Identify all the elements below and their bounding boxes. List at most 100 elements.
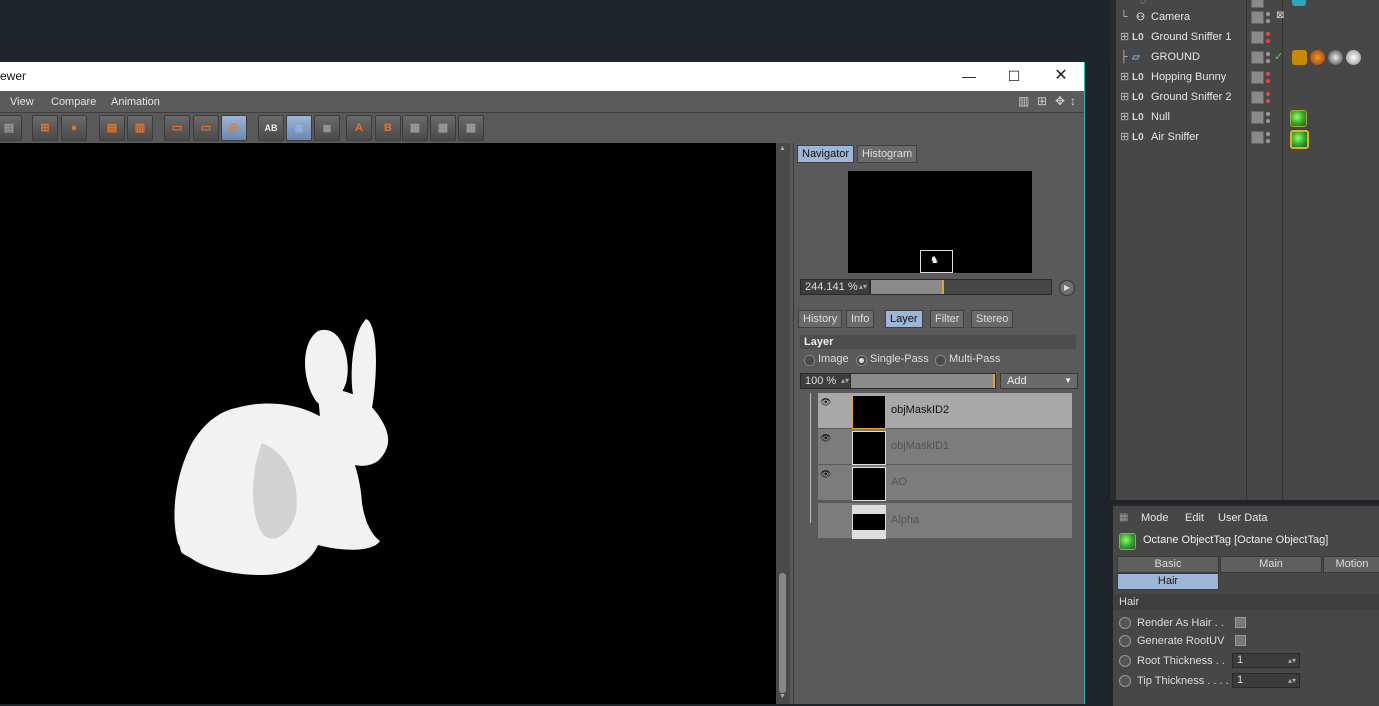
material-tag-icon[interactable] bbox=[1292, 50, 1307, 65]
tab-main[interactable]: Main bbox=[1220, 556, 1322, 573]
object-row-ground-sniffer-2[interactable]: ⊞ L0 Ground Sniffer 2 bbox=[1116, 88, 1379, 108]
render-dots[interactable] bbox=[1266, 30, 1272, 46]
tab-hair[interactable]: Hair bbox=[1117, 573, 1219, 590]
visibility-toggle[interactable] bbox=[1251, 111, 1264, 124]
move-icon[interactable]: ✥ bbox=[1055, 94, 1065, 108]
tip-thickness-input[interactable]: 1 ▴▾ bbox=[1232, 673, 1300, 688]
octane-object-tag-icon[interactable] bbox=[1290, 110, 1307, 127]
object-row-ground[interactable]: ├ ▱ GROUND ✓ bbox=[1116, 48, 1379, 68]
compare-mode-2-icon[interactable]: ▦ bbox=[430, 115, 456, 141]
render-dots[interactable] bbox=[1266, 90, 1272, 106]
maximize-icon[interactable]: ☐ bbox=[1003, 66, 1025, 86]
menu-user-data[interactable]: User Data bbox=[1218, 512, 1268, 524]
material-tag-icon[interactable] bbox=[1328, 50, 1343, 65]
set-b-button[interactable]: B bbox=[375, 115, 401, 141]
region-play-icon[interactable]: ▭ bbox=[193, 115, 219, 141]
set-a-button[interactable]: A bbox=[346, 115, 372, 141]
animate-icon[interactable] bbox=[1119, 675, 1131, 687]
tag-icon[interactable] bbox=[1292, 0, 1306, 6]
layer-row[interactable]: 👁 objMaskID2 bbox=[818, 393, 1072, 429]
opacity-slider[interactable] bbox=[850, 373, 996, 389]
zoom-slider[interactable] bbox=[870, 279, 1052, 295]
visibility-toggle[interactable] bbox=[1251, 31, 1264, 44]
opacity-input[interactable]: 100 % ▴▾ bbox=[800, 373, 852, 389]
tab-histogram[interactable]: Histogram bbox=[857, 145, 918, 163]
stack-edit-icon[interactable]: ▥ bbox=[127, 115, 153, 141]
layer-row[interactable]: ○ Alpha bbox=[818, 503, 1072, 539]
target-tag-icon[interactable]: ⊠ bbox=[1276, 10, 1288, 22]
spinner-icon[interactable]: ▴▾ bbox=[859, 280, 867, 294]
navigator-preview[interactable]: ♞ bbox=[848, 171, 1032, 273]
tab-layer[interactable]: Layer bbox=[885, 310, 923, 328]
opacity-slider-handle[interactable] bbox=[993, 374, 995, 388]
tab-basic[interactable]: Basic bbox=[1117, 556, 1219, 573]
render-canvas[interactable] bbox=[0, 143, 776, 704]
menu-compare[interactable]: Compare bbox=[51, 96, 96, 108]
octane-object-tag-icon[interactable] bbox=[1290, 130, 1309, 149]
visibility-toggle[interactable] bbox=[1251, 71, 1264, 84]
region-icon[interactable]: ▭ bbox=[164, 115, 190, 141]
render-dots[interactable] bbox=[1266, 50, 1272, 66]
object-row-ground-sniffer-1[interactable]: ⊞ L0 Ground Sniffer 1 bbox=[1116, 28, 1379, 48]
render-dots[interactable] bbox=[1266, 110, 1272, 126]
expand-icon[interactable]: ⊞ bbox=[1120, 132, 1130, 143]
play-icon[interactable]: ▶ bbox=[1059, 280, 1075, 296]
visibility-toggle[interactable] bbox=[1251, 51, 1264, 64]
tab-history[interactable]: History bbox=[798, 310, 843, 328]
object-row-null[interactable]: ⊞ L0 Null bbox=[1116, 108, 1379, 128]
close-icon[interactable]: ✕ bbox=[1050, 66, 1072, 86]
person-tool-icon[interactable]: ● bbox=[61, 115, 87, 141]
animate-icon[interactable] bbox=[1119, 635, 1131, 647]
tab-navigator[interactable]: Navigator bbox=[797, 145, 855, 163]
scroll-down-icon[interactable]: ▼ bbox=[779, 693, 786, 700]
layout-icon[interactable]: ▥ bbox=[1018, 94, 1029, 108]
tab-stereo[interactable]: Stereo bbox=[971, 310, 1014, 328]
object-row-camera[interactable]: └ ⚇ Camera ⊠ bbox=[1116, 8, 1379, 28]
minimize-icon[interactable]: — bbox=[958, 66, 980, 86]
eye-hidden-icon[interactable]: ○ bbox=[820, 507, 834, 517]
menu-view[interactable]: View bbox=[10, 96, 34, 108]
tab-info[interactable]: Info bbox=[846, 310, 875, 328]
channels-icon[interactable]: ◎ bbox=[221, 115, 247, 141]
object-row-air-sniffer[interactable]: ⊞ L0 Air Sniffer bbox=[1116, 128, 1379, 149]
root-thickness-input[interactable]: 1 ▴▾ bbox=[1232, 653, 1300, 668]
menu-edit[interactable]: Edit bbox=[1185, 512, 1204, 524]
vertical-scrollbar[interactable]: ▲ ▼ bbox=[776, 143, 790, 704]
visibility-toggle[interactable] bbox=[1251, 131, 1264, 144]
grip-icon[interactable]: ▦ bbox=[1119, 512, 1128, 523]
spinner-icon[interactable]: ▴▾ bbox=[841, 374, 849, 388]
render-dots[interactable] bbox=[1266, 10, 1272, 26]
expand-icon[interactable]: ⊞ bbox=[1120, 92, 1130, 103]
zoom-input[interactable]: 244.141 % ▴▾ bbox=[800, 279, 870, 295]
navigator-viewport-rect[interactable]: ♞ bbox=[920, 250, 953, 273]
spinner-icon[interactable]: ▴▾ bbox=[1288, 674, 1296, 687]
resize-icon[interactable]: ↕ bbox=[1070, 94, 1076, 108]
material-tag-icon[interactable] bbox=[1310, 50, 1325, 65]
layer-row[interactable]: 👁 AO bbox=[818, 465, 1072, 501]
material-tag-icon[interactable] bbox=[1346, 50, 1361, 65]
grid-tool-icon[interactable]: ⊞ bbox=[32, 115, 58, 141]
ab-compare-button[interactable]: AB bbox=[258, 115, 284, 141]
tab-filter[interactable]: Filter bbox=[930, 310, 965, 328]
stack-tool-icon[interactable]: ▤ bbox=[99, 115, 125, 141]
render-as-hair-checkbox[interactable] bbox=[1235, 617, 1246, 628]
menu-animation[interactable]: Animation bbox=[111, 96, 160, 108]
visibility-toggle[interactable] bbox=[1251, 91, 1264, 104]
new-panel-icon[interactable]: ⊞ bbox=[1037, 94, 1047, 108]
scroll-thumb[interactable] bbox=[779, 573, 786, 693]
add-layer-button[interactable]: Add ▼ bbox=[1000, 373, 1078, 389]
spinner-icon[interactable]: ▴▾ bbox=[1288, 654, 1296, 667]
object-row-hopping-bunny[interactable]: ⊞ L0 Hopping Bunny bbox=[1116, 68, 1379, 88]
menu-mode[interactable]: Mode bbox=[1141, 512, 1169, 524]
eye-icon[interactable]: 👁 bbox=[820, 397, 834, 407]
expand-icon[interactable]: ⊞ bbox=[1120, 112, 1130, 123]
check-icon[interactable]: ✓ bbox=[1274, 50, 1289, 65]
compare-mode-3-icon[interactable]: ▦ bbox=[458, 115, 484, 141]
render-dots[interactable] bbox=[1266, 130, 1272, 146]
title-bar[interactable]: ewer — ☐ ✕ bbox=[0, 62, 1084, 91]
layer-row[interactable]: 👁 objMaskID1 bbox=[818, 429, 1072, 465]
animate-icon[interactable] bbox=[1119, 655, 1131, 667]
render-dots[interactable] bbox=[1266, 70, 1272, 86]
ab-compare-swap-icon[interactable]: ▦ bbox=[314, 115, 340, 141]
animate-icon[interactable] bbox=[1119, 617, 1131, 629]
